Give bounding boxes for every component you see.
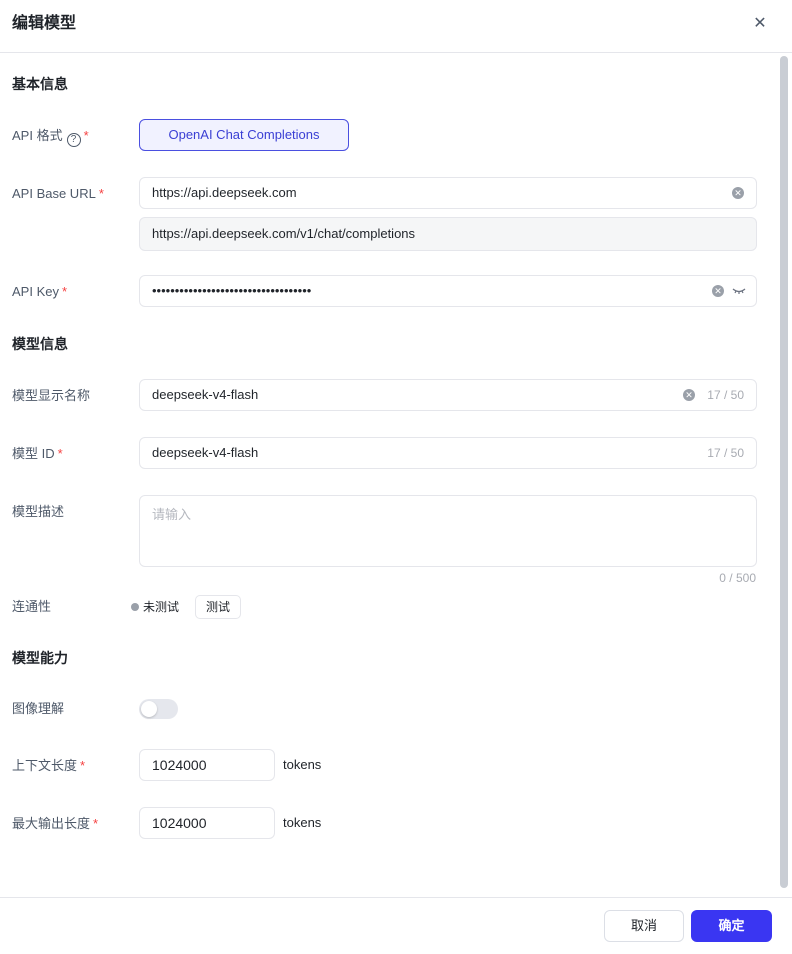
clear-icon[interactable]: ✕	[712, 285, 724, 297]
dialog-title: 编辑模型	[12, 15, 77, 32]
base-url-label: API Base URL *	[12, 186, 104, 201]
api-key-input[interactable]: ••••••••••••••••••••••••••••••••••• ✕	[139, 275, 757, 307]
api-key-label: API Key *	[12, 284, 68, 299]
confirm-button[interactable]: 确定	[691, 910, 772, 942]
section-basic-info: 基本信息	[12, 76, 68, 92]
max-output-unit: tokens	[283, 815, 322, 830]
context-unit: tokens	[283, 757, 322, 772]
scrollbar[interactable]	[778, 56, 790, 888]
display-name-value: deepseek-v4-flash	[152, 387, 259, 402]
description-label: 模型描述	[12, 504, 65, 519]
model-id-label: 模型 ID *	[12, 446, 63, 461]
dialog-header: 编辑模型 ✕	[0, 0, 792, 53]
section-model-info: 模型信息	[12, 336, 68, 352]
api-key-value: •••••••••••••••••••••••••••••••••••	[152, 283, 312, 298]
char-counter: 17 / 50	[707, 446, 744, 460]
api-format-label: API 格式? *	[12, 128, 89, 147]
model-id-value: deepseek-v4-flash	[152, 445, 259, 460]
base-url-preview: https://api.deepseek.com/v1/chat/complet…	[139, 217, 757, 251]
image-understanding-toggle[interactable]	[139, 699, 178, 719]
test-button[interactable]: 测试	[195, 595, 241, 619]
display-name-input[interactable]: deepseek-v4-flash ✕ 17 / 50	[139, 379, 757, 411]
base-url-value: https://api.deepseek.com	[152, 185, 297, 200]
connectivity-label: 连通性	[12, 599, 52, 614]
cancel-button[interactable]: 取消	[604, 910, 684, 942]
api-format-option[interactable]: OpenAI Chat Completions	[139, 119, 349, 151]
help-icon[interactable]: ?	[66, 133, 81, 147]
toggle-knob	[141, 701, 157, 717]
clear-icon[interactable]: ✕	[683, 389, 695, 401]
max-output-input[interactable]: 1024000	[139, 807, 275, 839]
status-dot-icon	[131, 603, 139, 611]
char-counter: 17 / 50	[707, 388, 744, 402]
display-name-label: 模型显示名称	[12, 388, 91, 403]
clear-icon[interactable]: ✕	[732, 187, 744, 199]
close-icon[interactable]: ✕	[750, 14, 770, 34]
connectivity-status: 未测试	[143, 600, 180, 614]
context-length-input[interactable]: 1024000	[139, 749, 275, 781]
section-capability: 模型能力	[12, 650, 68, 666]
base-url-input[interactable]: https://api.deepseek.com ✕	[139, 177, 757, 209]
description-textarea[interactable]: 请输入	[139, 495, 757, 567]
eye-off-icon[interactable]	[732, 286, 746, 296]
model-id-input[interactable]: deepseek-v4-flash 17 / 50	[139, 437, 757, 469]
scrollbar-thumb[interactable]	[780, 56, 788, 888]
max-output-label: 最大输出长度 *	[12, 816, 99, 831]
description-placeholder: 请输入	[152, 507, 192, 522]
context-length-label: 上下文长度 *	[12, 758, 86, 773]
image-understanding-label: 图像理解	[12, 701, 65, 716]
char-counter: 0 / 500	[719, 571, 756, 585]
